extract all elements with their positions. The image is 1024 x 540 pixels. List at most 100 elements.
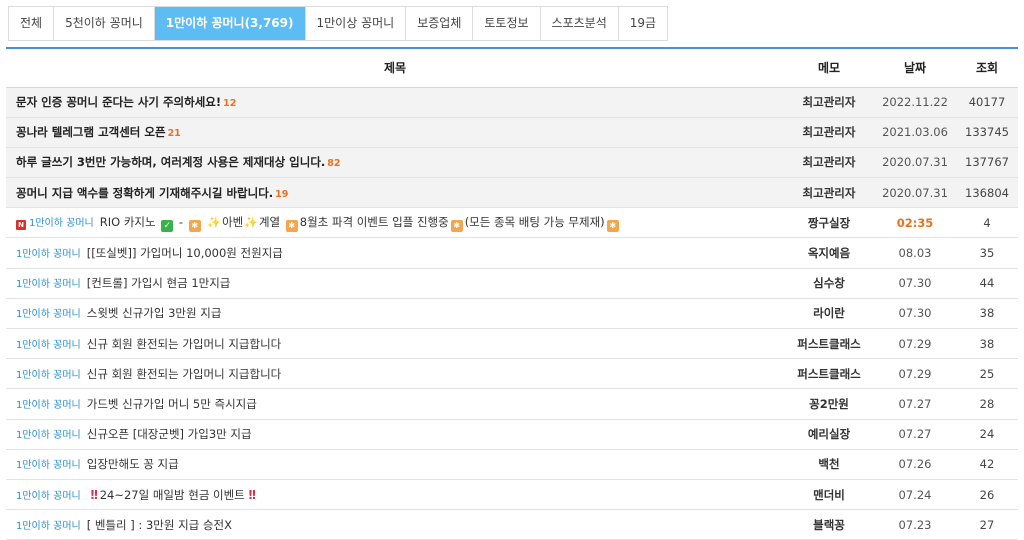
- view-count: 136804: [956, 177, 1018, 209]
- notice-row[interactable]: 문자 인증 꽁머니 준다는 사기 주의하세요! 12 최고관리자 2022.11.…: [6, 87, 1018, 118]
- category-label[interactable]: 1만이하 꽁머니: [16, 370, 81, 381]
- double-exclamation-icon: !!: [247, 487, 257, 502]
- tab-sports-analysis[interactable]: 스포츠분석: [540, 7, 619, 40]
- category-label[interactable]: 1만이하 꽁머니: [29, 218, 94, 229]
- view-count: 27: [956, 509, 1018, 540]
- notice-title[interactable]: 문자 인증 꽁머니 준다는 사기 주의하세요!: [16, 95, 221, 109]
- post-title[interactable]: 스윗벳 신규가입 3만원 지급: [87, 306, 222, 320]
- author[interactable]: 심수창: [784, 268, 874, 299]
- category-label[interactable]: 1만이하 꽁머니: [16, 521, 81, 532]
- post-row[interactable]: 1만이하 꽁머니 신규 회원 환전되는 가입머니 지급합니다 퍼스트클래스 07.…: [6, 358, 1018, 390]
- notice-row[interactable]: 꽁나라 텔레그램 고객센터 오픈 21 최고관리자 2021.03.06 1337…: [6, 117, 1018, 148]
- category-label[interactable]: 1만이하 꽁머니: [16, 460, 81, 471]
- author[interactable]: 최고관리자: [784, 147, 874, 179]
- post-title[interactable]: 입장만해도 꽁 지급: [87, 457, 179, 471]
- post-row[interactable]: 1만이하 꽁머니 스윗벳 신규가입 3만원 지급 라이란 07.30 38: [6, 298, 1018, 330]
- post-title[interactable]: 신규 회원 환전되는 가입머니 지급합니다: [87, 367, 281, 381]
- author[interactable]: 꽁2만원: [784, 388, 874, 420]
- view-count: 24: [956, 419, 1018, 450]
- post-title-part[interactable]: (모든 종목 배팅 가능 무제재): [465, 215, 605, 229]
- comment-count: 82: [327, 158, 341, 170]
- view-count: 40177: [956, 87, 1018, 118]
- tab-under-10000[interactable]: 1만이하 꽁머니(3,769): [154, 7, 306, 40]
- post-row[interactable]: 1만이하 꽁머니 신규오픈 [대장군벳] 가입3만 지급 예리실장 07.27 2…: [6, 419, 1018, 450]
- featured-post-row[interactable]: N 1만이하 꽁머니 RIO 카지노 ✓ - ✱ ✨아벤✨계열 ✱ 8월초 파격 이벤…: [6, 207, 1018, 239]
- author[interactable]: 블랙꽁: [784, 509, 874, 540]
- notice-title[interactable]: 꽁머니 지급 액수를 정확하게 기재해주시길 바랍니다.: [16, 186, 273, 200]
- category-label[interactable]: 1만이하 꽁머니: [16, 400, 81, 411]
- author[interactable]: 퍼스트클래스: [784, 358, 874, 390]
- author[interactable]: 최고관리자: [784, 87, 874, 118]
- tab-guaranteed[interactable]: 보증업체: [406, 7, 474, 40]
- view-count: 44: [956, 268, 1018, 299]
- post-title-cell: 1만이하 꽁머니 [ 벤틀리 ] : 3만원 지급 승전X: [6, 509, 784, 540]
- post-board: 제목 메모 날짜 조회 문자 인증 꽁머니 준다는 사기 주의하세요! 12 최고…: [6, 47, 1018, 540]
- post-date: 07.29: [874, 328, 956, 360]
- author[interactable]: 맨더비: [784, 479, 874, 511]
- category-label[interactable]: 1만이하 꽁머니: [16, 491, 81, 502]
- post-date: 07.30: [874, 298, 956, 330]
- post-date: 2022.11.22: [874, 87, 956, 118]
- star-badge-icon: ✱: [285, 219, 298, 232]
- author[interactable]: 라이란: [784, 298, 874, 330]
- post-title-part[interactable]: 계열: [259, 215, 280, 229]
- post-title[interactable]: [컨트롤] 가입시 현금 1만지급: [87, 276, 231, 290]
- category-label[interactable]: 1만이하 꽁머니: [16, 249, 81, 260]
- post-title-cell: 1만이하 꽁머니!! 24~27일 매일밤 현금 이벤트!!: [6, 479, 784, 511]
- post-title[interactable]: [[또실벳]] 가입머니 10,000원 전원지급: [87, 246, 283, 260]
- notice-row[interactable]: 꽁머니 지급 액수를 정확하게 기재해주시길 바랍니다. 19 최고관리자 202…: [6, 177, 1018, 209]
- post-row[interactable]: 1만이하 꽁머니 가드벳 신규가입 머니 5만 즉시지급 꽁2만원 07.27 2…: [6, 388, 1018, 420]
- notice-row[interactable]: 하루 글쓰기 3번만 가능하며, 여러계정 사용은 제재대상 입니다. 82 최고…: [6, 147, 1018, 179]
- tab-all[interactable]: 전체: [9, 7, 55, 40]
- author[interactable]: 옥지예음: [784, 237, 874, 269]
- post-title-part[interactable]: -: [179, 215, 183, 229]
- post-row[interactable]: 1만이하 꽁머니 [[또실벳]] 가입머니 10,000원 전원지급 옥지예음 0…: [6, 237, 1018, 269]
- post-date: 07.29: [874, 358, 956, 390]
- post-date: 07.23: [874, 509, 956, 540]
- sparkles-icon: ✨: [207, 215, 222, 229]
- post-row[interactable]: 1만이하 꽁머니 [컨트롤] 가입시 현금 1만지급 심수창 07.30 44: [6, 268, 1018, 299]
- post-row[interactable]: 1만이하 꽁머니 [ 벤틀리 ] : 3만원 지급 승전X 블랙꽁 07.23 2…: [6, 509, 1018, 540]
- post-row[interactable]: 1만이하 꽁머니!! 24~27일 매일밤 현금 이벤트!! 맨더비 07.24 …: [6, 479, 1018, 511]
- tab-adult[interactable]: 19금: [618, 7, 669, 40]
- header-title: 제목: [6, 49, 784, 88]
- post-row[interactable]: 1만이하 꽁머니 신규 회원 환전되는 가입머니 지급합니다 퍼스트클래스 07.…: [6, 328, 1018, 360]
- category-label[interactable]: 1만이하 꽁머니: [16, 430, 81, 441]
- post-date: 07.30: [874, 268, 956, 299]
- post-date: 07.27: [874, 388, 956, 420]
- notice-title[interactable]: 꽁나라 텔레그램 고객센터 오픈: [16, 125, 166, 139]
- author[interactable]: 최고관리자: [784, 117, 874, 148]
- view-count: 28: [956, 388, 1018, 420]
- post-title-part[interactable]: 8월초 파격 이벤트 입플 진행중: [300, 215, 449, 229]
- view-count: 133745: [956, 117, 1018, 148]
- post-title-part[interactable]: 아벤: [222, 215, 243, 229]
- category-label[interactable]: 1만이하 꽁머니: [16, 340, 81, 351]
- post-row[interactable]: 1만이하 꽁머니 입장만해도 꽁 지급 백천 07.26 42: [6, 449, 1018, 480]
- notice-title[interactable]: 하루 글쓰기 3번만 가능하며, 여러계정 사용은 제재대상 입니다.: [16, 155, 325, 169]
- post-title-cell: 1만이하 꽁머니 스윗벳 신규가입 3만원 지급: [6, 298, 784, 330]
- author[interactable]: 짱구실장: [784, 207, 874, 239]
- post-title[interactable]: 신규오픈 [대장군벳] 가입3만 지급: [87, 427, 252, 441]
- post-date: 07.26: [874, 449, 956, 480]
- tab-over-10000[interactable]: 1만이상 꽁머니: [305, 7, 407, 40]
- tab-under-5000[interactable]: 5천이하 꽁머니: [54, 7, 155, 40]
- post-title[interactable]: 24~27일 매일밤 현금 이벤트: [100, 488, 245, 502]
- post-date: 07.24: [874, 479, 956, 511]
- post-date: 2020.07.31: [874, 147, 956, 179]
- post-title[interactable]: 신규 회원 환전되는 가입머니 지급합니다: [87, 337, 281, 351]
- category-label[interactable]: 1만이하 꽁머니: [16, 309, 81, 320]
- sparkles-icon: ✨: [244, 215, 258, 229]
- view-count: 4: [956, 207, 1018, 239]
- category-label[interactable]: 1만이하 꽁머니: [16, 279, 81, 290]
- post-title[interactable]: 가드벳 신규가입 머니 5만 즉시지급: [87, 397, 257, 411]
- author[interactable]: 백천: [784, 449, 874, 480]
- new-icon: N: [16, 219, 26, 230]
- author[interactable]: 최고관리자: [784, 177, 874, 209]
- post-title-part[interactable]: RIO 카지노: [100, 215, 156, 229]
- post-title[interactable]: [ 벤틀리 ] : 3만원 지급 승전X: [87, 518, 232, 532]
- post-title-cell: 1만이하 꽁머니 신규 회원 환전되는 가입머니 지급합니다: [6, 328, 784, 360]
- tab-toto-info[interactable]: 토토정보: [473, 7, 541, 40]
- post-title-cell: 1만이하 꽁머니 [[또실벳]] 가입머니 10,000원 전원지급: [6, 237, 784, 269]
- author[interactable]: 예리실장: [784, 419, 874, 450]
- author[interactable]: 퍼스트클래스: [784, 328, 874, 360]
